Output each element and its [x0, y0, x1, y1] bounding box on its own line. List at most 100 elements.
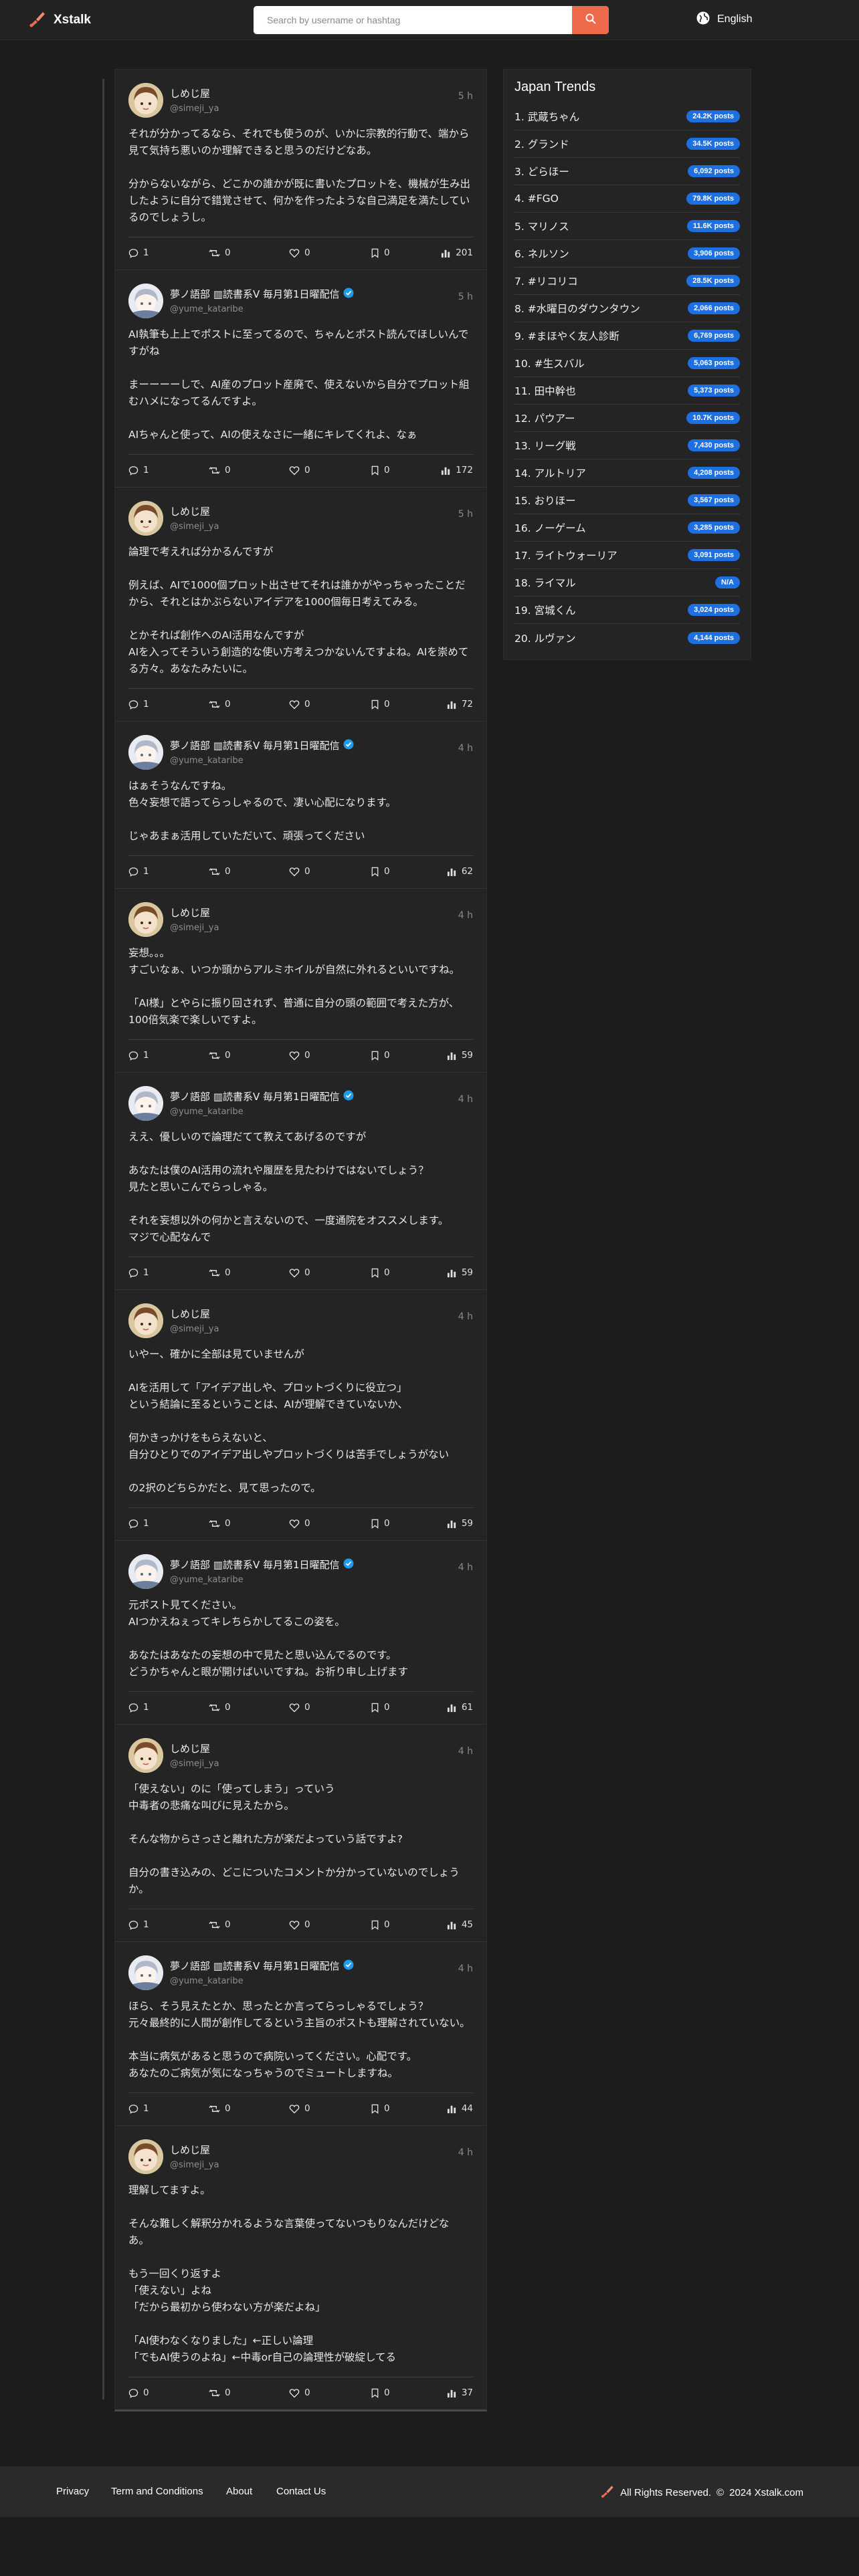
post[interactable]: しめじ屋 @simeji_ya 5 h それが分かってるなら、それでも使うのが、…: [115, 70, 486, 270]
post[interactable]: しめじ屋 @simeji_ya 5 h 論理で考えれば分かるんですが 例えば、A…: [115, 488, 486, 722]
trend-item[interactable]: 15. おりほー 3,567 posts: [514, 487, 740, 514]
username[interactable]: @simeji_ya: [170, 2160, 473, 2170]
trend-item[interactable]: 7. #リコリコ 28.5K posts: [514, 267, 740, 295]
avatar[interactable]: [128, 1955, 163, 1990]
trend-item[interactable]: 16. ノーゲーム 3,285 posts: [514, 514, 740, 542]
bookmark-button[interactable]: 0: [371, 1702, 390, 1713]
reply-button[interactable]: 1: [128, 1919, 149, 1930]
bookmark-button[interactable]: 0: [371, 2103, 390, 2114]
like-button[interactable]: 0: [289, 2103, 310, 2114]
views-button[interactable]: 62: [447, 866, 473, 877]
post[interactable]: 夢ノ語部 ▥読書系V 毎月第1日曜配信 @yume_kataribe 4 h ほ…: [115, 1942, 486, 2126]
trend-item[interactable]: 1. 武蔵ちゃん 24.2K posts: [514, 103, 740, 130]
like-button[interactable]: 0: [289, 247, 310, 258]
avatar[interactable]: [128, 284, 163, 318]
avatar[interactable]: [128, 902, 163, 937]
repost-button[interactable]: 0: [209, 699, 231, 710]
reply-button[interactable]: 1: [128, 1702, 149, 1713]
trend-item[interactable]: 20. ルヴァン 4,144 posts: [514, 624, 740, 651]
trend-item[interactable]: 14. アルトリア 4,208 posts: [514, 459, 740, 487]
trend-item[interactable]: 13. リーグ戦 7,430 posts: [514, 432, 740, 459]
reply-button[interactable]: 1: [128, 1518, 149, 1529]
bookmark-button[interactable]: 0: [371, 247, 390, 258]
username[interactable]: @simeji_ya: [170, 923, 473, 933]
post[interactable]: 夢ノ語部 ▥読書系V 毎月第1日曜配信 @yume_kataribe 4 h 元…: [115, 1541, 486, 1725]
like-button[interactable]: 0: [289, 1919, 310, 1930]
footer-link-about[interactable]: About: [226, 2486, 252, 2497]
display-name[interactable]: 夢ノ語部 ▥読書系V 毎月第1日曜配信: [170, 1558, 340, 1572]
display-name[interactable]: しめじ屋: [170, 905, 210, 920]
like-button[interactable]: 0: [289, 1267, 310, 1278]
footer-link-terms[interactable]: Term and Conditions: [111, 2486, 203, 2497]
display-name[interactable]: 夢ノ語部 ▥読書系V 毎月第1日曜配信: [170, 287, 340, 301]
display-name[interactable]: しめじ屋: [170, 86, 210, 100]
display-name[interactable]: しめじ屋: [170, 1307, 210, 1321]
views-button[interactable]: 59: [447, 1518, 473, 1529]
repost-button[interactable]: 0: [209, 1919, 231, 1930]
language-selector[interactable]: English: [696, 11, 752, 28]
post[interactable]: 夢ノ語部 ▥読書系V 毎月第1日曜配信 @yume_kataribe 4 h え…: [115, 1073, 486, 1290]
reply-button[interactable]: 1: [128, 699, 149, 710]
bookmark-button[interactable]: 0: [371, 1919, 390, 1930]
repost-button[interactable]: 0: [209, 2387, 231, 2398]
footer-link-privacy[interactable]: Privacy: [56, 2486, 89, 2497]
like-button[interactable]: 0: [289, 2387, 310, 2398]
bookmark-button[interactable]: 0: [371, 1267, 390, 1278]
views-button[interactable]: 44: [447, 2103, 473, 2114]
reply-button[interactable]: 1: [128, 1267, 149, 1278]
username[interactable]: @yume_kataribe: [170, 756, 473, 766]
repost-button[interactable]: 0: [209, 2103, 231, 2114]
username[interactable]: @simeji_ya: [170, 1759, 473, 1769]
brand-logo[interactable]: Xstalk: [28, 9, 91, 31]
reply-button[interactable]: 1: [128, 465, 149, 475]
trend-item[interactable]: 5. マリノス 11.6K posts: [514, 213, 740, 240]
post[interactable]: しめじ屋 @simeji_ya 4 h 理解してますよ。 そんな難しく解釈分かれ…: [115, 2126, 486, 2409]
avatar[interactable]: [128, 1303, 163, 1338]
search-input[interactable]: [254, 6, 572, 34]
username[interactable]: @yume_kataribe: [170, 1107, 473, 1117]
views-button[interactable]: 72: [447, 699, 473, 710]
reply-button[interactable]: 1: [128, 866, 149, 877]
post[interactable]: 夢ノ語部 ▥読書系V 毎月第1日曜配信 @yume_kataribe 5 h A…: [115, 270, 486, 488]
views-button[interactable]: 59: [447, 1050, 473, 1061]
post[interactable]: しめじ屋 @simeji_ya 4 h いやー、確かに全部は見ていませんが AI…: [115, 1290, 486, 1541]
display-name[interactable]: しめじ屋: [170, 504, 210, 518]
trend-item[interactable]: 8. #水曜日のダウンタウン 2,066 posts: [514, 295, 740, 322]
trend-item[interactable]: 18. ライマル N/A: [514, 569, 740, 597]
avatar[interactable]: [128, 2139, 163, 2174]
bookmark-button[interactable]: 0: [371, 1518, 390, 1529]
views-button[interactable]: 37: [447, 2387, 473, 2398]
display-name[interactable]: しめじ屋: [170, 2143, 210, 2157]
trend-item[interactable]: 12. パウアー 10.7K posts: [514, 405, 740, 432]
username[interactable]: @simeji_ya: [170, 522, 473, 532]
views-button[interactable]: 45: [447, 1919, 473, 1930]
display-name[interactable]: 夢ノ語部 ▥読書系V 毎月第1日曜配信: [170, 1089, 340, 1103]
trend-item[interactable]: 9. #まほやく友人診断 6,769 posts: [514, 322, 740, 350]
post[interactable]: 夢ノ語部 ▥読書系V 毎月第1日曜配信 @yume_kataribe 4 h は…: [115, 722, 486, 889]
bookmark-button[interactable]: 0: [371, 866, 390, 877]
like-button[interactable]: 0: [289, 1050, 310, 1061]
avatar[interactable]: [128, 501, 163, 536]
avatar[interactable]: [128, 83, 163, 118]
username[interactable]: @yume_kataribe: [170, 304, 473, 314]
repost-button[interactable]: 0: [209, 465, 231, 475]
like-button[interactable]: 0: [289, 465, 310, 475]
display-name[interactable]: 夢ノ語部 ▥読書系V 毎月第1日曜配信: [170, 738, 340, 752]
trend-item[interactable]: 2. グランド 34.5K posts: [514, 130, 740, 158]
views-button[interactable]: 59: [447, 1267, 473, 1278]
avatar[interactable]: [128, 1738, 163, 1773]
display-name[interactable]: 夢ノ語部 ▥読書系V 毎月第1日曜配信: [170, 1959, 340, 1973]
trend-item[interactable]: 19. 宮城くん 3,024 posts: [514, 597, 740, 624]
bookmark-button[interactable]: 0: [371, 1050, 390, 1061]
avatar[interactable]: [128, 735, 163, 770]
views-button[interactable]: 61: [447, 1702, 473, 1713]
bookmark-button[interactable]: 0: [371, 465, 390, 475]
avatar[interactable]: [128, 1086, 163, 1121]
trend-item[interactable]: 11. 田中幹也 5,373 posts: [514, 377, 740, 405]
post[interactable]: しめじ屋 @simeji_ya 4 h 妄想。。。 すごいなぁ、いつか頭からアル…: [115, 889, 486, 1073]
reply-button[interactable]: 0: [128, 2387, 149, 2398]
repost-button[interactable]: 0: [209, 1267, 231, 1278]
trend-item[interactable]: 3. どらほー 6,092 posts: [514, 158, 740, 185]
like-button[interactable]: 0: [289, 699, 310, 710]
trend-item[interactable]: 17. ライトウォーリア 3,091 posts: [514, 542, 740, 569]
